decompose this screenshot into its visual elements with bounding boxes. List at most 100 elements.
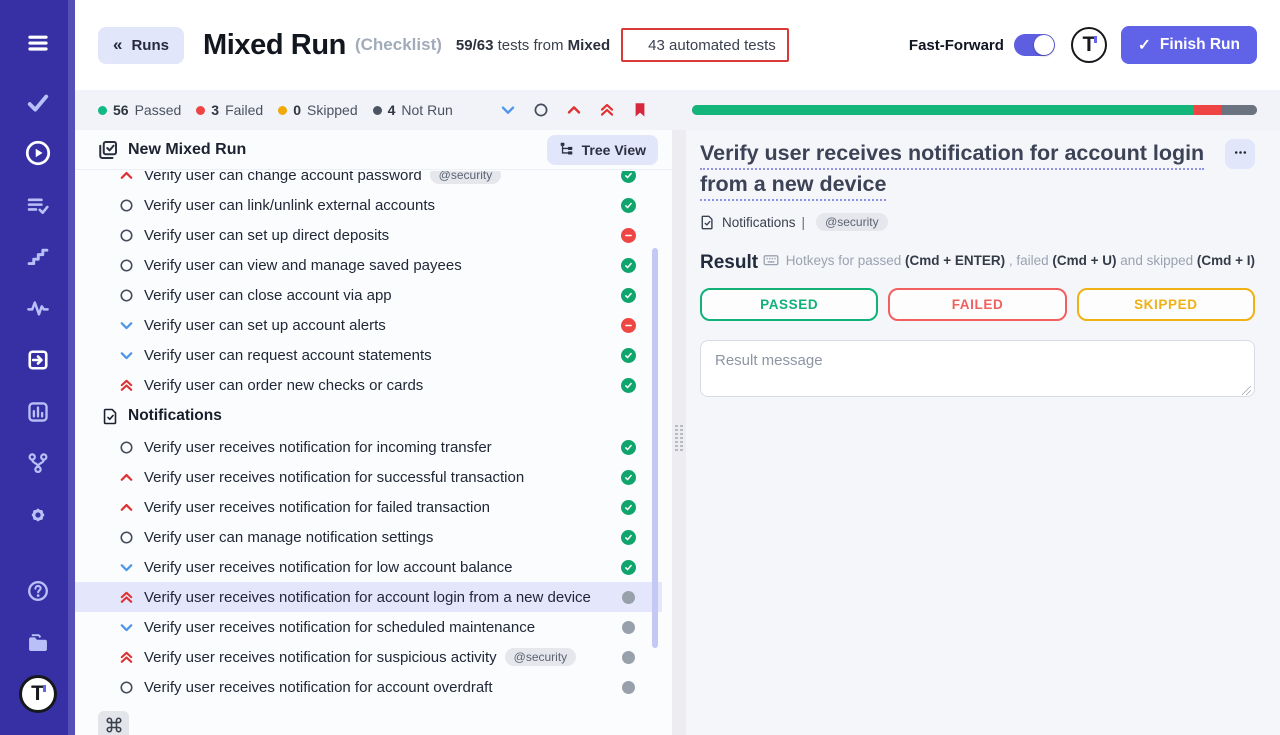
circle-outline-icon[interactable] (533, 102, 549, 118)
menu-icon[interactable] (0, 20, 75, 66)
priority-circle-icon (119, 530, 135, 545)
priority-chevron-down-icon (119, 560, 135, 575)
test-row[interactable]: Verify user can set up account alerts (75, 310, 662, 340)
priority-chevron-up-icon (119, 171, 135, 183)
test-row[interactable]: Verify user receives notification for su… (75, 462, 662, 492)
analytics-icon[interactable] (0, 389, 75, 435)
progress-segment-not_run (1221, 105, 1257, 115)
passed-button[interactable]: PASSED (700, 288, 878, 321)
test-row[interactable]: Verify user can change account password@… (75, 171, 662, 190)
test-row-selected[interactable]: Verify user receives notification for ac… (75, 582, 662, 612)
folder-icon[interactable] (0, 620, 75, 666)
check-icon[interactable] (0, 80, 75, 126)
test-row[interactable]: Verify user can link/unlink external acc… (75, 190, 662, 220)
security-tag: @security (505, 648, 577, 666)
test-row[interactable]: Verify user receives notification for lo… (75, 552, 662, 582)
test-row[interactable]: Verify user receives notification for sc… (75, 612, 662, 642)
priority-chevron-down-icon (119, 348, 135, 363)
branches-icon[interactable] (0, 440, 75, 486)
priority-circle-icon (119, 258, 135, 273)
priority-circle-icon (119, 440, 135, 455)
test-row[interactable]: Verify user can manage notification sett… (75, 522, 662, 552)
status-passed-icon (621, 470, 636, 485)
stat-failed: 3 Failed (196, 102, 263, 118)
test-row[interactable]: Verify user can set up direct deposits (75, 220, 662, 250)
status-passed-icon (621, 530, 636, 545)
fast-forward-label: Fast-Forward (909, 37, 1004, 54)
priority-double-chevron-up-icon (119, 378, 135, 393)
page-subtitle: (Checklist) (355, 35, 442, 55)
status-failed-icon (621, 228, 636, 243)
skipped-button[interactable]: SKIPPED (1077, 288, 1255, 321)
priority-double-chevron-up-icon (119, 650, 135, 665)
test-breadcrumb: Notifications | @security (700, 213, 1255, 231)
status-not-run-icon (622, 651, 635, 664)
panel-resizer-handle[interactable] (672, 130, 686, 735)
test-row[interactable]: Verify user can close account via app (75, 280, 662, 310)
chevron-up-red-icon[interactable] (566, 102, 582, 118)
automated-tests-badge[interactable]: 43 automated tests (621, 28, 789, 62)
status-passed-icon (621, 348, 636, 363)
app-logo[interactable]: T (0, 671, 75, 717)
tests-count: 59/63 tests from Mixed (456, 37, 610, 54)
play-circle-icon[interactable] (0, 130, 75, 176)
priority-circle-icon (119, 288, 135, 303)
status-passed-icon (621, 500, 636, 515)
priority-filter-icons (500, 102, 648, 118)
result-heading: Result (700, 252, 758, 274)
status-not-run-icon (622, 621, 635, 634)
priority-double-chevron-up-icon (119, 590, 135, 605)
list-scrollbar-thumb[interactable] (652, 248, 658, 648)
settings-gear-icon[interactable] (0, 492, 75, 538)
back-to-runs-button[interactable]: « Runs (98, 27, 184, 64)
hotkeys-hint: Hotkeys for passed (Cmd + ENTER) , faile… (763, 252, 1255, 268)
pulse-icon[interactable] (0, 285, 75, 331)
stat-not-run: 4 Not Run (373, 102, 453, 118)
priority-chevron-down-icon (119, 620, 135, 635)
priority-chevron-down-icon (119, 318, 135, 333)
command-hotkey-button[interactable] (98, 711, 129, 735)
stats-bar: 56 Passed 3 Failed 0 Skipped 4 Not Run (75, 90, 1280, 130)
import-icon[interactable] (0, 337, 75, 383)
bookmark-red-icon[interactable] (632, 102, 648, 118)
status-passed-icon (621, 288, 636, 303)
result-message-input[interactable] (700, 340, 1255, 397)
tree-view-button[interactable]: Tree View (547, 135, 658, 165)
more-actions-button[interactable] (1225, 139, 1255, 169)
test-row[interactable]: Verify user receives notification for fa… (75, 492, 662, 522)
status-passed-icon (621, 440, 636, 455)
drag-dots-icon (675, 425, 683, 451)
app-window: T « Runs Mixed Run (Checklist) 59/63 tes… (0, 0, 1280, 735)
fast-forward-toggle[interactable] (1014, 34, 1055, 56)
chevron-down-blue-icon[interactable] (500, 102, 516, 118)
list-panel-header: New Mixed Run Tree View (75, 130, 672, 170)
checklist-icon[interactable] (0, 183, 75, 229)
double-chevron-up-red-icon[interactable] (599, 102, 615, 118)
finish-run-button[interactable]: ✓ Finish Run (1121, 26, 1257, 64)
security-tag[interactable]: @security (816, 213, 888, 231)
file-check-icon (102, 408, 119, 425)
failed-button[interactable]: FAILED (888, 288, 1066, 321)
skipped-dot-icon (278, 106, 287, 115)
help-icon[interactable] (0, 568, 75, 614)
test-row[interactable]: Verify user can request account statemen… (75, 340, 662, 370)
verdict-buttons: PASSED FAILED SKIPPED (700, 288, 1255, 321)
breadcrumb-section[interactable]: Notifications (722, 215, 796, 230)
status-failed-icon (621, 318, 636, 333)
steps-icon[interactable] (0, 233, 75, 279)
test-row[interactable]: Verify user can order new checks or card… (75, 370, 662, 400)
priority-circle-icon (119, 228, 135, 243)
sidebar: T (0, 0, 75, 735)
back-label: Runs (131, 37, 169, 54)
test-row[interactable]: Verify user receives notification for su… (75, 642, 662, 672)
account-logo-button[interactable]: T (1071, 27, 1107, 63)
test-row[interactable]: Verify user receives notification for ac… (75, 672, 662, 702)
file-check-icon (700, 215, 715, 230)
test-row[interactable]: Verify user receives notification for in… (75, 432, 662, 462)
progress-segment-passed (692, 105, 1194, 115)
priority-chevron-up-icon (119, 470, 135, 485)
status-passed-icon (621, 560, 636, 575)
stat-passed: 56 Passed (98, 102, 181, 118)
test-row[interactable]: Verify user can view and manage saved pa… (75, 250, 662, 280)
section-row[interactable]: Notifications (75, 400, 662, 432)
